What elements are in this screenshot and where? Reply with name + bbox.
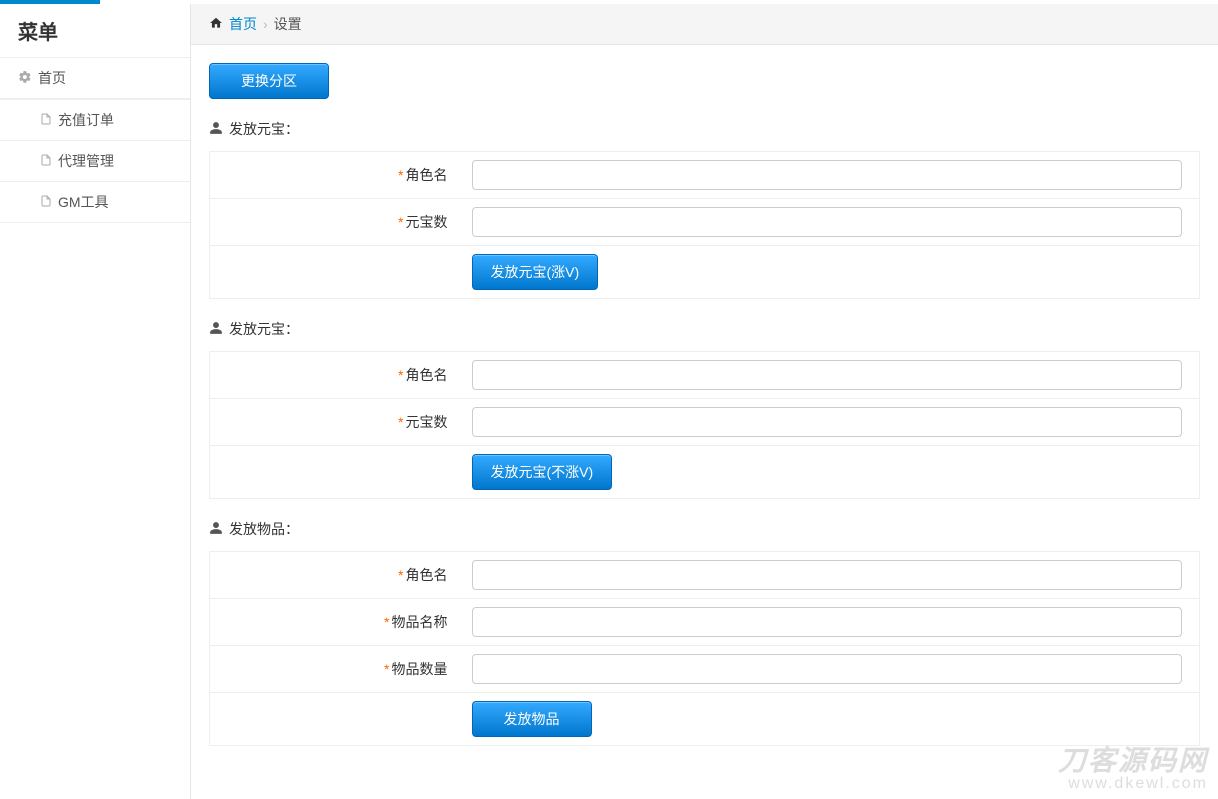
sidebar: 菜单 首页 充值订单 代理管理 <box>0 4 191 799</box>
section-head-yuanbao-novip: 发放元宝： <box>209 319 1200 339</box>
breadcrumb-separator: › <box>263 16 268 32</box>
main-content: 更换分区 发放元宝： *角色名 *元宝数 发放元宝( <box>191 45 1218 799</box>
gear-icon <box>18 70 32 87</box>
label-amount: *元宝数 <box>210 399 460 446</box>
section-title: 发放元宝： <box>229 319 299 339</box>
form-yuanbao-vip: *角色名 *元宝数 发放元宝(涨V) <box>209 151 1200 299</box>
form-yuanbao-novip: *角色名 *元宝数 发放元宝(不涨V) <box>209 351 1200 499</box>
change-zone-button[interactable]: 更换分区 <box>209 63 329 99</box>
label-item-qty: *物品数量 <box>210 646 460 693</box>
label-item-name: *物品名称 <box>210 599 460 646</box>
breadcrumb-home-link[interactable]: 首页 <box>229 14 257 34</box>
label-role-name: *角色名 <box>210 552 460 599</box>
input-role-name-2[interactable] <box>472 360 1182 390</box>
submit-yuanbao-novip-button[interactable]: 发放元宝(不涨V) <box>472 454 613 490</box>
user-icon <box>209 121 223 138</box>
submit-yuanbao-vip-button[interactable]: 发放元宝(涨V) <box>472 254 599 290</box>
topbar-accent <box>0 0 1218 4</box>
submit-item-button[interactable]: 发放物品 <box>472 701 592 737</box>
sidebar-item-label: GM工具 <box>58 192 109 212</box>
breadcrumb: 首页 › 设置 <box>191 4 1218 45</box>
file-icon <box>40 112 52 129</box>
breadcrumb-current: 设置 <box>274 14 302 34</box>
file-icon <box>40 153 52 170</box>
file-icon <box>40 194 52 211</box>
home-icon <box>209 16 223 33</box>
sidebar-menu: 首页 充值订单 代理管理 GM工具 <box>0 57 190 223</box>
input-amount-1[interactable] <box>472 207 1182 237</box>
input-item-name[interactable] <box>472 607 1182 637</box>
sidebar-item-label: 代理管理 <box>58 151 114 171</box>
sidebar-item-label: 首页 <box>38 68 66 88</box>
sidebar-item-gm-tools[interactable]: GM工具 <box>0 182 190 223</box>
sidebar-item-recharge-orders[interactable]: 充值订单 <box>0 99 190 141</box>
label-role-name: *角色名 <box>210 152 460 199</box>
section-title: 发放元宝： <box>229 119 299 139</box>
sidebar-item-home[interactable]: 首页 <box>0 57 190 99</box>
label-role-name: *角色名 <box>210 352 460 399</box>
user-icon <box>209 521 223 538</box>
input-role-name-1[interactable] <box>472 160 1182 190</box>
sidebar-item-agent-mgmt[interactable]: 代理管理 <box>0 141 190 182</box>
sidebar-item-label: 充值订单 <box>58 110 114 130</box>
input-amount-2[interactable] <box>472 407 1182 437</box>
label-amount: *元宝数 <box>210 199 460 246</box>
sidebar-title: 菜单 <box>0 4 190 57</box>
input-item-qty[interactable] <box>472 654 1182 684</box>
form-item: *角色名 *物品名称 *物品数量 发放物品 <box>209 551 1200 746</box>
input-role-name-3[interactable] <box>472 560 1182 590</box>
section-head-item: 发放物品： <box>209 519 1200 539</box>
section-title: 发放物品： <box>229 519 299 539</box>
section-head-yuanbao-vip: 发放元宝： <box>209 119 1200 139</box>
user-icon <box>209 321 223 338</box>
